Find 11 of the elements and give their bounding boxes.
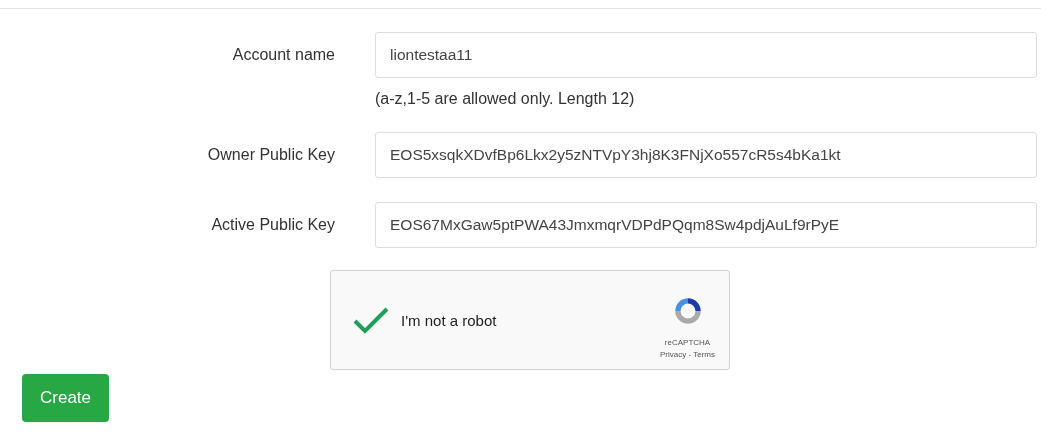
input-field[interactable]: EOS5xsqkXDvfBp6Lkx2y5zNTVpY3hj8K3FNjXo557cR5s4bKa1kt — [375, 132, 1037, 178]
captcha-label: I'm not a robot — [401, 311, 497, 329]
input-field[interactable]: EOS67MxGaw5ptPWA43JmxmqrVDPdPQqm8Sw4pdjAuLf9rPyE — [375, 202, 1037, 248]
field-label: Active Public Key — [210, 215, 335, 235]
field-label: Account name — [231, 45, 335, 65]
captcha-brand: reCAPTCHA — [664, 337, 711, 347]
field-label: Owner Public Key — [206, 145, 335, 165]
input-field[interactable]: liontestaa11 — [375, 32, 1037, 78]
field-hint: (a-z,1-5 are allowed only. Length 12) — [375, 90, 636, 108]
checkmark-icon[interactable] — [353, 306, 389, 334]
captcha-links[interactable]: Privacy - Terms — [660, 349, 715, 359]
